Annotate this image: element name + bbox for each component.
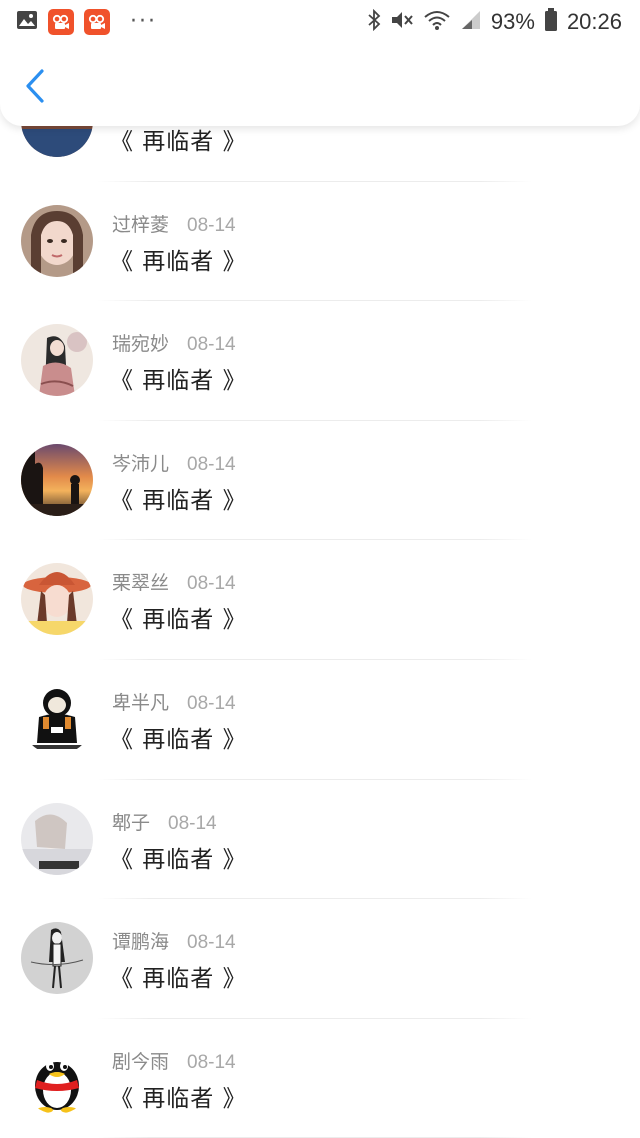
- chevron-left-icon: [25, 69, 45, 107]
- item-meta: 郫子 08-14: [112, 808, 217, 835]
- list-item[interactable]: 卑半凡 08-14 《 再临者 》: [0, 660, 640, 780]
- image-icon: [16, 10, 38, 34]
- mute-icon: [390, 9, 414, 35]
- item-meta: 剧今雨 08-14: [112, 1047, 236, 1074]
- post-date: 08-14: [187, 692, 236, 714]
- sender-name[interactable]: 栗翠丝: [112, 568, 169, 595]
- item-title: 《 再临者 》: [110, 487, 247, 514]
- item-title: 《 再临者 》: [110, 248, 247, 275]
- battery-icon: [544, 8, 558, 36]
- status-bar-left: ···: [16, 9, 157, 35]
- sender-name[interactable]: 岑沛儿: [112, 449, 169, 476]
- item-title: 《 再临者 》: [110, 607, 247, 634]
- item-meta: 瑞宛妙 08-14: [112, 329, 236, 356]
- avatar[interactable]: [21, 563, 93, 636]
- item-title: 《 再临者 》: [110, 726, 247, 753]
- avatar[interactable]: [21, 204, 93, 277]
- avatar[interactable]: [21, 1041, 93, 1114]
- item-title: 《 再临者 》: [110, 1085, 247, 1112]
- post-date: 08-14: [187, 214, 236, 236]
- avatar[interactable]: [21, 682, 93, 755]
- bluetooth-icon: [367, 8, 381, 35]
- post-date: 08-14: [187, 932, 236, 954]
- battery-percent: 93%: [490, 9, 535, 34]
- item-meta: 栗翠丝 08-14: [112, 568, 236, 595]
- item-meta: 过梓菱 08-14: [112, 210, 236, 237]
- item-title: 《 再临者 》: [110, 966, 247, 993]
- list-item[interactable]: 岑沛儿 08-14 《 再临者 》: [0, 421, 640, 541]
- list-item[interactable]: 栗翠丝 08-14 《 再临者 》: [0, 540, 640, 660]
- sender-name[interactable]: 过梓菱: [112, 210, 169, 237]
- sender-name[interactable]: 瑞宛妙: [112, 329, 169, 356]
- avatar[interactable]: [21, 324, 93, 397]
- sender-name[interactable]: 卑半凡: [112, 688, 169, 715]
- status-bar: ··· 93% 20:26: [0, 0, 640, 44]
- kuaishou-app-icon: [48, 9, 74, 35]
- sender-name[interactable]: 郫子: [112, 808, 150, 835]
- list-item[interactable]: 郫子 08-14 《 再临者 》: [0, 780, 640, 900]
- item-title: 《 再临者 》: [110, 368, 247, 395]
- more-notifications-icon: ···: [130, 9, 157, 34]
- item-meta: 卑半凡 08-14: [112, 688, 236, 715]
- item-title: 《 再临者 》: [110, 846, 247, 873]
- post-date: 08-14: [187, 573, 236, 595]
- sender-name[interactable]: 谭鹏海: [112, 927, 169, 954]
- wifi-icon: [423, 9, 451, 35]
- item-title: 《 再临者 》: [110, 129, 247, 155]
- kuaishou-app-icon: [84, 9, 110, 35]
- nav-header: [0, 44, 640, 126]
- post-date: 08-14: [187, 1051, 236, 1073]
- back-button[interactable]: [20, 69, 50, 107]
- signal-icon: [460, 10, 482, 34]
- sender-name[interactable]: 剧今雨: [112, 1047, 169, 1074]
- avatar[interactable]: [21, 443, 93, 516]
- post-date: 08-14: [187, 453, 236, 475]
- list-item[interactable]: 瑞宛妙 08-14 《 再临者 》: [0, 301, 640, 421]
- clock: 20:26: [566, 9, 622, 34]
- avatar[interactable]: [21, 922, 93, 995]
- screen: 《 再临者 》 过梓菱 08-14 《 再临者 》 瑞宛妙 08-14 《 再临…: [0, 0, 640, 1138]
- post-date: 08-14: [168, 812, 217, 834]
- post-date: 08-14: [187, 334, 236, 356]
- status-bar-right: 93% 20:26: [367, 8, 622, 36]
- list-item[interactable]: 剧今雨 08-14 《 再临者 》: [0, 1019, 640, 1138]
- list-item[interactable]: 谭鹏海 08-14 《 再临者 》: [0, 899, 640, 1019]
- message-list: 《 再临者 》 过梓菱 08-14 《 再临者 》 瑞宛妙 08-14 《 再临…: [0, 62, 640, 1138]
- item-meta: 岑沛儿 08-14: [112, 449, 236, 476]
- avatar[interactable]: [21, 802, 93, 875]
- item-meta: 谭鹏海 08-14: [112, 927, 236, 954]
- list-item[interactable]: 过梓菱 08-14 《 再临者 》: [0, 182, 640, 302]
